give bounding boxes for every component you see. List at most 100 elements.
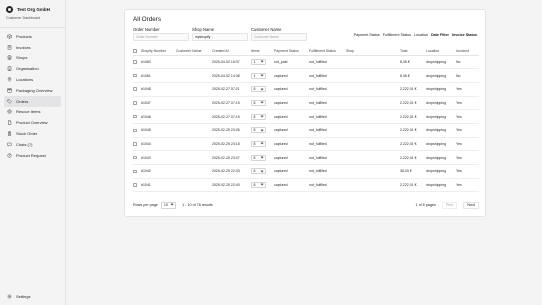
org-subtitle: Customer Dashboard xyxy=(6,16,41,20)
row-checkbox[interactable] xyxy=(133,73,137,78)
package-icon xyxy=(7,34,12,39)
header-invoiced[interactable]: Invoiced xyxy=(454,49,479,53)
table-row[interactable]: #1041 2025-02-25 22:40 8 captured not_fulfil… xyxy=(133,179,479,193)
row-checkbox[interactable] xyxy=(133,128,137,133)
sidebar-item-organisation[interactable]: Organisation xyxy=(4,63,61,74)
toggle-fulfillment-status[interactable]: Fulfillment Status xyxy=(383,33,411,37)
items-dropdown[interactable]: 1 xyxy=(251,58,266,65)
cell-items: 8 xyxy=(249,113,272,120)
cell-created-at: 2025-04-02 14:38 xyxy=(212,73,240,78)
cell-created-at: 2025-02-27 07:15 xyxy=(212,114,240,119)
cell-location: dropshipping xyxy=(426,141,447,146)
cell-shopify-number: #1041 xyxy=(141,183,151,188)
row-checkbox[interactable] xyxy=(133,169,137,174)
table-row[interactable]: #1061 2025-04-02 14:38 1 captured not_fulfil… xyxy=(133,69,479,83)
header-shop[interactable]: Shop xyxy=(344,49,398,53)
cell-fulfillment-status: not_fulfilled xyxy=(309,87,327,92)
row-checkbox[interactable] xyxy=(133,60,137,64)
table-row[interactable]: #1046 2025-02-27 07:15 8 captured not_fulfil… xyxy=(133,110,479,124)
items-dropdown[interactable]: 8 xyxy=(251,127,266,134)
next-page-button[interactable]: Next xyxy=(463,201,479,209)
chevron-down-icon xyxy=(260,155,264,159)
row-checkbox[interactable] xyxy=(133,183,137,187)
header-created-at[interactable]: Created At xyxy=(210,49,249,53)
chevron-down-icon xyxy=(260,100,264,104)
row-checkbox[interactable] xyxy=(133,101,137,105)
sidebar-item-product-request[interactable]: Product Request xyxy=(4,150,61,161)
sidebar-item-stock-order[interactable]: Stock Order xyxy=(4,128,61,139)
table-row[interactable]: #1045 2025-02-25 23:26 8 captured not_fulfil… xyxy=(133,124,479,138)
table-body: #1060 2025-04-02 15:07 1 not_paid not_fulfil… xyxy=(133,56,479,193)
items-dropdown[interactable]: 8 xyxy=(251,182,266,189)
items-dropdown[interactable]: 1 xyxy=(251,72,266,79)
sidebar-item-shops[interactable]: Shops xyxy=(4,53,61,64)
cell-total: 8,36 € xyxy=(400,73,410,78)
table-row[interactable]: #1043 2025-02-25 23:07 8 captured not_fulfil… xyxy=(133,151,479,165)
cell-fulfillment-status: not_fulfilled xyxy=(309,59,327,64)
items-dropdown[interactable]: 8 xyxy=(251,113,266,120)
header-items[interactable]: Items xyxy=(249,49,272,53)
header-shopify-number[interactable]: Shopify Number xyxy=(139,49,174,53)
prev-page-button[interactable]: Prev xyxy=(441,201,458,209)
header-total[interactable]: Total xyxy=(398,49,424,53)
table-row[interactable]: #1042 2025-02-25 22:43 6 captured not_fulfil… xyxy=(133,165,479,179)
customer-name-label: Customer Name xyxy=(251,27,282,32)
header-customer-name[interactable]: Customer Name xyxy=(174,49,210,53)
row-checkbox[interactable] xyxy=(133,142,137,146)
customer-name-input[interactable]: Customer Name xyxy=(251,33,307,41)
rows-per-page-select[interactable]: 10 xyxy=(160,201,177,209)
header-payment-status[interactable]: Payment Status xyxy=(272,49,307,53)
toggle-location[interactable]: Location xyxy=(414,33,428,37)
header-location[interactable]: Location xyxy=(424,49,454,53)
table-row[interactable]: #1044 2025-02-25 23:18 8 captured not_fulfil… xyxy=(133,138,479,152)
items-dropdown[interactable]: 6 xyxy=(251,168,266,175)
row-checkbox[interactable] xyxy=(133,155,137,160)
cell-shopify-number: #1042 xyxy=(141,169,151,174)
chevron-down-icon xyxy=(260,73,264,77)
select-all-checkbox[interactable] xyxy=(133,49,137,53)
cell-shopify-number: #1061 xyxy=(141,73,151,78)
toggle-invoice-status[interactable]: Invoice Status xyxy=(452,33,477,37)
sidebar-item-locations[interactable]: Locations xyxy=(4,74,61,85)
sidebar: Test Org GmbH Customer Dashboard Product… xyxy=(0,0,66,305)
sidebar-item-invoices[interactable]: Invoices xyxy=(4,42,61,53)
shop-name-input[interactable]: myshopify xyxy=(192,33,248,41)
sidebar-item-orders[interactable]: Orders xyxy=(4,95,61,107)
sidebar-item-products[interactable]: Products xyxy=(4,31,61,42)
items-dropdown[interactable]: 8 xyxy=(251,86,266,93)
sidebar-item-label: Product Overview xyxy=(16,120,48,126)
sidebar-item-product-overview[interactable]: Product Overview xyxy=(4,117,61,128)
toggle-payment-status[interactable]: Payment Status xyxy=(354,33,380,37)
cell-total: 8,36 € xyxy=(400,59,410,64)
table-row[interactable]: #1048 2025-02-27 07:21 8 captured not_fulfil… xyxy=(133,83,479,97)
page-title: All Orders xyxy=(133,16,161,23)
cell-payment-status: captured xyxy=(274,114,288,119)
header-fulfillment-status[interactable]: Fulfillment Status xyxy=(307,49,344,53)
row-checkbox[interactable] xyxy=(133,87,137,91)
cell-items: 8 xyxy=(249,127,272,134)
sidebar-item-label: Organisation xyxy=(16,66,39,72)
cell-total: 2.222,01 € xyxy=(400,87,417,92)
items-count: 8 xyxy=(253,87,256,92)
order-number-input[interactable]: Order Number xyxy=(133,33,189,41)
table-row[interactable]: #1047 2025-02-27 07:15 8 captured not_fulfil… xyxy=(133,97,479,111)
cell-items: 8 xyxy=(249,182,272,189)
sidebar-item-rescue-items[interactable]: Rescue Items xyxy=(4,107,61,118)
table-row[interactable]: #1060 2025-04-02 15:07 1 not_paid not_fulfil… xyxy=(133,56,479,70)
row-checkbox[interactable] xyxy=(133,114,137,119)
toggle-date-filter[interactable]: Date Filter xyxy=(431,33,449,37)
items-dropdown[interactable]: 8 xyxy=(251,154,266,161)
items-count: 8 xyxy=(253,114,256,119)
cell-shopify-number: #1047 xyxy=(141,100,151,105)
tag-icon xyxy=(7,99,12,104)
items-dropdown[interactable]: 8 xyxy=(251,140,266,147)
settings-button[interactable]: Settings xyxy=(4,291,33,301)
cell-items: 6 xyxy=(249,168,272,175)
items-dropdown[interactable]: 8 xyxy=(251,99,266,106)
cell-location: dropshipping xyxy=(426,183,447,188)
org-switcher[interactable]: Test Org GmbH xyxy=(0,0,65,14)
help-circle-icon xyxy=(7,153,12,158)
sidebar-item-chats[interactable]: Chats (7) xyxy=(4,139,61,150)
sidebar-item-packaging-overview[interactable]: Packaging Overview xyxy=(4,85,61,96)
cell-created-at: 2025-02-25 23:18 xyxy=(212,141,240,146)
